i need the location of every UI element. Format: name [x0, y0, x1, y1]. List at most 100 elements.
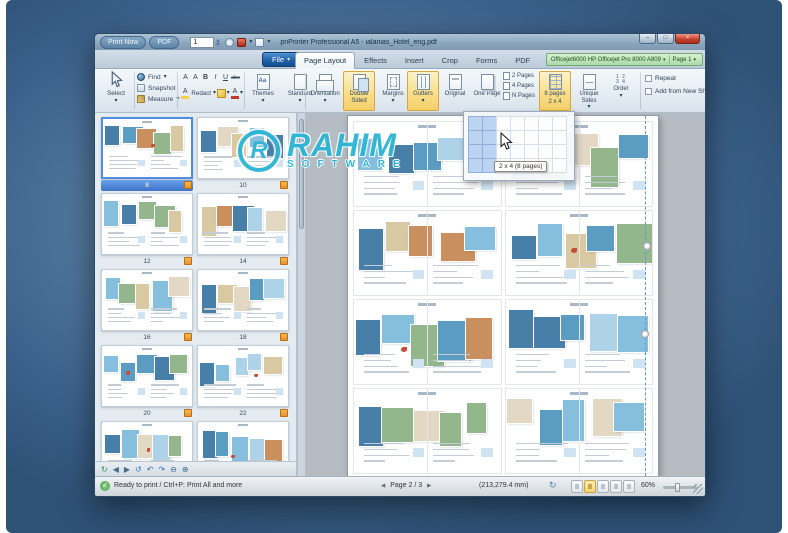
underline-icon[interactable]: U: [221, 73, 230, 84]
sheet-page[interactable]: [353, 210, 502, 296]
copies-spinner[interactable]: [216, 39, 220, 46]
unique-sides-button[interactable]: Unique Sides ▾: [573, 71, 605, 111]
thumbnail-page[interactable]: 18: [197, 269, 289, 343]
refresh-icon[interactable]: ↻: [101, 465, 108, 474]
sheet-page[interactable]: [505, 388, 654, 474]
tab-page-layout[interactable]: Page Layout: [295, 52, 355, 69]
tool-measure[interactable]: Measure▾: [137, 95, 179, 103]
vertical-scrollbar[interactable]: [297, 113, 305, 476]
grid-cell[interactable]: [552, 130, 567, 145]
eight-pages-button[interactable]: 8 pages 2 x 4: [539, 71, 571, 111]
ribbon-button-double-sided[interactable]: Double Sided: [343, 71, 375, 111]
tab-pdf[interactable]: PDF: [506, 52, 539, 69]
pages-option-n-pages[interactable]: N Pages: [503, 92, 537, 100]
record-icon[interactable]: [225, 38, 234, 47]
tab-effects[interactable]: Effects: [355, 52, 396, 69]
sheet-page[interactable]: [353, 388, 502, 474]
tab-crop[interactable]: Crop: [433, 52, 467, 69]
grid-cell[interactable]: [468, 116, 483, 131]
thumbnail-page[interactable]: 20: [101, 345, 193, 419]
pages-option-4-pages[interactable]: 4 Pages: [503, 82, 537, 90]
ribbon-button-orientation[interactable]: Orientation▾: [309, 71, 341, 111]
thumbnail-page[interactable]: 16: [101, 269, 193, 343]
rotate-left-icon[interactable]: ↺: [135, 465, 142, 474]
thumbnail-page[interactable]: 10: [197, 117, 289, 191]
pdf-button[interactable]: PDF: [149, 36, 179, 49]
grid-cell[interactable]: [552, 158, 567, 173]
minimize-button[interactable]: –: [639, 34, 656, 44]
view-mode-continuous-icon[interactable]: [597, 480, 609, 493]
next-page-icon[interactable]: ▶: [124, 465, 130, 474]
font-color-icon[interactable]: A: [231, 87, 239, 99]
resize-grip[interactable]: [693, 484, 703, 494]
spinner-up-icon[interactable]: [216, 39, 220, 42]
grid-cell[interactable]: [552, 144, 567, 159]
close-button[interactable]: ×: [675, 34, 700, 44]
ribbon-button-original[interactable]: Original: [439, 71, 471, 111]
tab-forms[interactable]: Forms: [467, 52, 506, 69]
pages-option-2-pages[interactable]: 2 Pages: [503, 72, 537, 80]
sheet-page[interactable]: [353, 299, 502, 385]
marker-pen-icon[interactable]: [217, 89, 226, 98]
thumbnail-page[interactable]: 12: [101, 193, 193, 267]
checkbox-repeat[interactable]: Repeat: [645, 75, 715, 82]
rotate-right-icon[interactable]: ↷: [158, 465, 165, 474]
ribbon-button-one-page[interactable]: One Page: [471, 71, 503, 111]
grid-cell[interactable]: [510, 116, 525, 131]
grid-cell[interactable]: [482, 144, 497, 159]
tool-find[interactable]: Find▾: [137, 73, 179, 81]
view-mode-book-icon[interactable]: [623, 480, 635, 493]
chevron-down-icon[interactable]: ▾: [249, 39, 252, 45]
print-now-button[interactable]: Print Now: [100, 36, 146, 49]
scrollbar-thumb[interactable]: [299, 119, 304, 229]
tab-insert[interactable]: Insert: [396, 52, 433, 69]
thumbnail-page[interactable]: 26: [197, 421, 289, 461]
highlight-icon[interactable]: A: [181, 87, 189, 99]
tool-snapshot[interactable]: Snapshot: [137, 84, 179, 92]
grid-cell[interactable]: [468, 144, 483, 159]
grid-cell[interactable]: [468, 130, 483, 145]
rotate-view-icon[interactable]: ↻: [549, 480, 557, 491]
ribbon-button-margins[interactable]: Margins▾: [377, 71, 409, 111]
sheet-page[interactable]: [505, 299, 654, 385]
grid-cell[interactable]: [538, 130, 553, 145]
zoom-slider-thumb[interactable]: [675, 483, 680, 492]
ribbon-button-gutters[interactable]: Gutters▾: [407, 71, 439, 111]
grid-cell[interactable]: [524, 130, 539, 145]
thumbnail-page[interactable]: 8: [101, 117, 193, 191]
previous-page-button[interactable]: ◀: [381, 483, 385, 489]
printer-selector-bar[interactable]: Officejet6000 HP Officejet Pro 8000 A809…: [546, 53, 703, 66]
sheet-page[interactable]: [505, 210, 654, 296]
zoom-slider[interactable]: [663, 486, 697, 489]
copies-input[interactable]: 1: [190, 37, 214, 48]
view-mode-facing-icon[interactable]: [584, 480, 596, 493]
chevron-down-icon[interactable]: ▾: [267, 39, 270, 45]
checkbox-add-from-new-sheet[interactable]: Add from New Sheet: [645, 88, 715, 95]
view-mode-grid-icon[interactable]: [610, 480, 622, 493]
bold-icon[interactable]: B: [201, 73, 210, 84]
grid-cell[interactable]: [468, 158, 483, 173]
thumbnail-page[interactable]: 14: [197, 193, 289, 267]
grid-cell[interactable]: [524, 116, 539, 131]
grid-cell[interactable]: [524, 144, 539, 159]
order-button[interactable]: 1 2 3 4 Order ▾: [607, 71, 635, 111]
view-mode-single-icon[interactable]: [571, 480, 583, 493]
chevron-down-icon[interactable]: ▾: [663, 57, 666, 63]
zoom-out-icon[interactable]: ⊖: [170, 465, 177, 474]
chevron-down-icon[interactable]: ▾: [693, 57, 696, 63]
font-decrease-icon[interactable]: A: [191, 73, 200, 84]
grid-cell[interactable]: [496, 116, 511, 131]
page-selector[interactable]: Page 1: [672, 57, 691, 63]
spinner-down-icon[interactable]: [216, 43, 220, 46]
font-increase-icon[interactable]: A: [181, 73, 190, 84]
new-page-icon[interactable]: [255, 38, 264, 47]
redact-button[interactable]: Redact: [191, 90, 211, 97]
grid-cell[interactable]: [538, 116, 553, 131]
grid-cell[interactable]: [538, 144, 553, 159]
pdf-export-icon[interactable]: [237, 38, 246, 47]
italic-icon[interactable]: I: [211, 73, 220, 84]
zoom-in-icon[interactable]: ⊕: [182, 465, 189, 474]
chevron-down-icon[interactable]: ▾: [240, 90, 243, 96]
grid-cell[interactable]: [552, 116, 567, 131]
thumbnail-page[interactable]: 22: [197, 345, 289, 419]
